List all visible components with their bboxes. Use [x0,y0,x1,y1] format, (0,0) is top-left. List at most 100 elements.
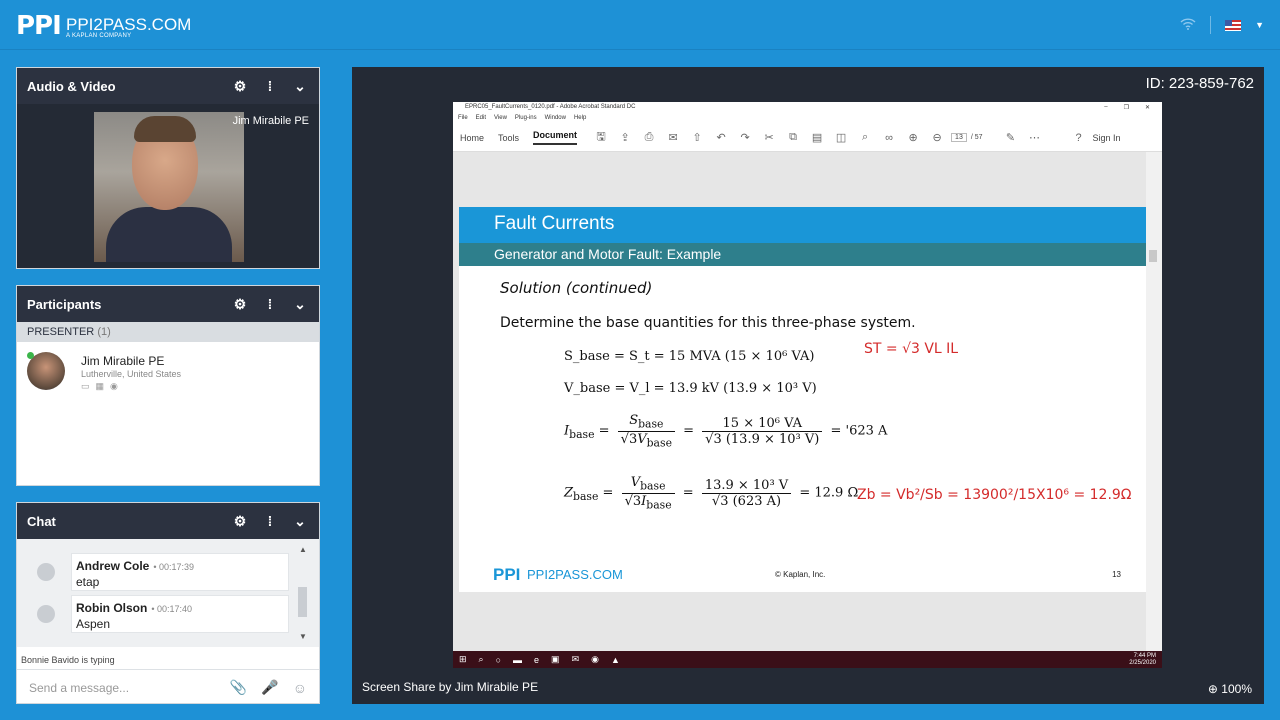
webcam-video [94,112,244,262]
share-icon[interactable]: ⇧ [687,131,707,144]
search-icon[interactable]: ⌕ [855,131,875,144]
gear-icon[interactable]: ⚙ [231,296,249,313]
chevron-down-icon[interactable]: ⌄ [291,78,309,95]
equation-i-base: Ibase = Sbase √3Vbase = 15 × 10⁶ VA √3 (13… [564,413,888,450]
message-input[interactable]: Send a message... [29,681,216,695]
gear-icon[interactable]: ⚙ [231,513,249,530]
edge-icon[interactable]: e [534,655,539,665]
screen-share-panel: ID: 223-859-762 EPRC05_FaultCurrents_012… [352,67,1264,704]
tab-document[interactable]: Document [533,130,578,145]
undo-icon[interactable]: ↶ [711,131,731,144]
page-total: / 57 [970,134,983,141]
snapshot-icon[interactable]: ◫ [831,131,851,144]
chat-input[interactable]: Send a message... 📎 🎤 ☺ [17,669,319,705]
us-flag-icon[interactable] [1225,19,1242,31]
print-icon[interactable]: ⎙ [639,131,659,144]
windows-icon: ▦ [95,381,105,391]
user-avatar-icon [37,563,55,581]
shared-desktop[interactable]: EPRC05_FaultCurrents_0120.pdf - Adobe Ac… [453,102,1162,668]
chevron-down-icon[interactable]: ▼ [1255,20,1264,30]
chat-messages[interactable]: Andrew Cole • 00:17:39 etap Robin Olson • … [17,539,319,647]
folder-icon[interactable]: ▬ [513,655,522,665]
slide-page-number: 13 [1112,570,1121,579]
panel-title: Participants [27,296,102,312]
acrobat-icon[interactable]: ▲ [611,655,620,665]
scroll-up-icon[interactable]: ▲ [299,545,307,554]
mail-icon[interactable]: ✉ [663,131,683,144]
drag-handle-icon[interactable]: ⁞ [261,78,279,94]
emoji-icon[interactable]: ☺ [293,680,307,696]
pen-icon[interactable]: ✎ [1001,131,1021,144]
binoculars-icon[interactable]: ∞ [879,132,899,144]
drag-handle-icon[interactable]: ⁞ [261,296,279,312]
session-id: ID: 223-859-762 [1145,75,1254,92]
copyright: © Kaplan, Inc. [775,570,826,579]
help-icon[interactable]: ? [1069,132,1089,144]
menu-plugins[interactable]: Plug-ins [515,115,537,123]
page-number-input[interactable]: 13 [951,133,967,142]
menu-help[interactable]: Help [574,115,586,123]
participant-name: Jim Mirabile PE [81,354,165,368]
clock: 7:44 PM 2/25/2020 [1129,652,1156,666]
page-up-icon[interactable]: ⊕ [903,131,923,144]
menu-edit[interactable]: Edit [476,115,486,123]
task-view-icon[interactable]: ○ [496,655,501,665]
menu-window[interactable]: Window [545,115,566,123]
attachment-icon[interactable]: 📎 [230,679,247,696]
chat-message: Andrew Cole • 00:17:39 etap [21,553,289,591]
laptop-icon: ▭ [81,381,90,391]
window-title: EPRC05_FaultCurrents_0120.pdf - Adobe Ac… [465,104,636,110]
windows-start-icon[interactable]: ⊞ [459,654,467,665]
sign-in-link[interactable]: Sign In [1093,133,1121,143]
maximize-icon[interactable]: ❐ [1124,104,1129,112]
chat-scrollbar[interactable]: ▲ ▼ [297,545,309,641]
ppi-logo: PPI PPI2PASS.COM A KAPLAN COMPANY [16,11,192,41]
chevron-down-icon[interactable]: ⌄ [291,513,309,530]
tab-tools[interactable]: Tools [498,133,519,143]
chrome-icon[interactable]: ◉ [591,654,599,665]
copy-icon[interactable]: ⧉ [783,131,803,144]
equation-v-base: V_base = V_l = 13.9 kV (13.9 × 10³ V) [564,381,817,396]
zoom-control[interactable]: ⊕ 100% [1208,682,1252,696]
cut-icon[interactable]: ✂ [759,131,779,144]
solution-heading: Solution (continued) [500,279,653,297]
search-icon[interactable]: ⌕ [479,654,484,665]
document-area[interactable]: Fault Currents Generator and Motor Fault… [453,152,1146,652]
typing-indicator: Bonnie Bavido is typing [21,655,115,665]
store-icon[interactable]: ▣ [551,654,560,665]
top-bar: PPI PPI2PASS.COM A KAPLAN COMPANY ▼ [0,0,1280,50]
panel-title: Chat [27,513,56,529]
panel-title: Audio & Video [27,78,116,94]
more-icon[interactable]: ⋯ [1025,131,1045,144]
windows-taskbar: ⊞ ⌕ ○ ▬ e ▣ ✉ ◉ ▲ 7:44 PM 2/25/2020 [453,651,1162,668]
drag-handle-icon[interactable]: ⁞ [261,513,279,529]
pdf-slide: Fault Currents Generator and Motor Fault… [459,207,1146,592]
menu-view[interactable]: View [494,115,507,123]
redo-icon[interactable]: ↷ [735,131,755,144]
paste-icon[interactable]: ▤ [807,131,827,144]
tab-home[interactable]: Home [460,133,484,143]
user-avatar-icon [37,605,55,623]
microphone-icon[interactable]: 🎤 [261,679,278,696]
presenter-section-header[interactable]: PRESENTER (1) [17,322,319,342]
participant-row[interactable]: Jim Mirabile PE Lutherville, United Stat… [17,342,319,398]
equation-s-base: S_base = S_t = 15 MVA (15 × 10⁶ VA) [564,349,815,364]
upload-icon[interactable]: ⇪ [615,131,635,144]
chevron-down-icon[interactable]: ⌄ [291,296,309,313]
video-name-label: Jim Mirabile PE [232,115,309,127]
scroll-down-icon[interactable]: ▼ [299,632,307,641]
menu-file[interactable]: File [458,115,468,123]
intro-text: Determine the base quantities for this t… [500,315,916,331]
acrobat-toolbar: Home Tools Document 🖫 ⇪ ⎙ ✉ ⇧ ↶ ↷ ✂ ⧉ ▤ … [453,124,1162,152]
mail-icon[interactable]: ✉ [572,654,580,665]
participants-panel: Participants ⚙ ⁞ ⌄ PRESENTER (1) Jim Mir… [16,285,320,486]
minimize-icon[interactable]: – [1104,104,1107,112]
document-scrollbar[interactable] [1146,152,1162,652]
gear-icon[interactable]: ⚙ [231,78,249,95]
slide-title: Fault Currents [459,207,1146,243]
close-icon[interactable]: ✕ [1145,104,1150,112]
page-down-icon[interactable]: ⊖ [927,131,947,144]
avatar [27,352,65,390]
save-icon[interactable]: 🖫 [591,128,611,147]
screen-share-label: Screen Share by Jim Mirabile PE [362,680,539,694]
